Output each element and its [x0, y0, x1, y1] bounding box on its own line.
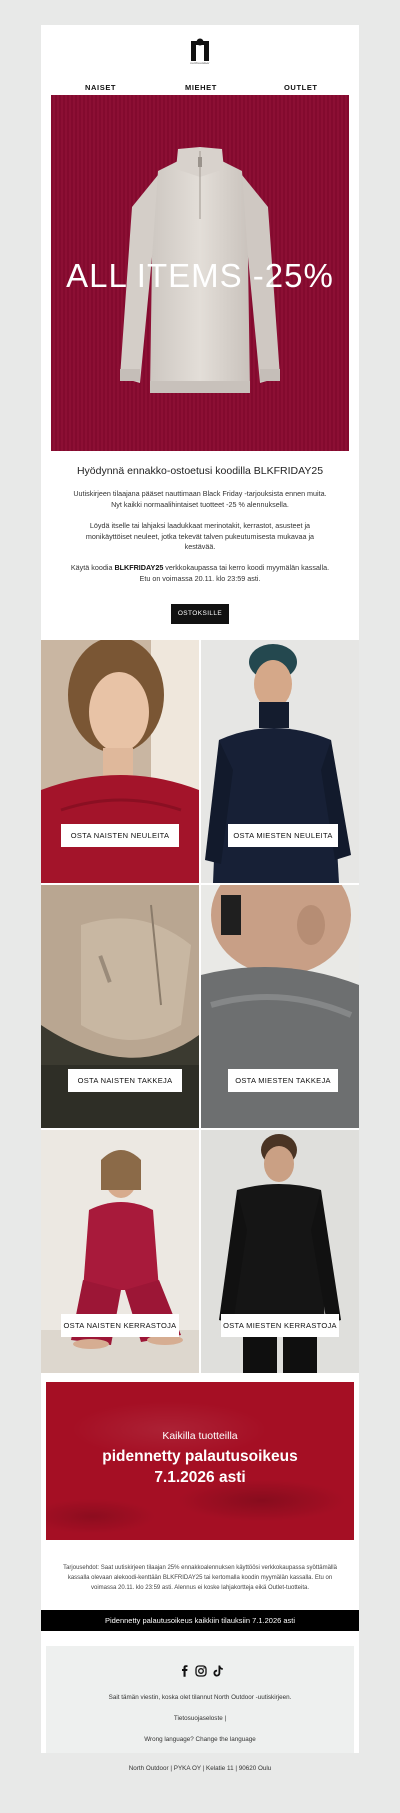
promo-text-line: Uutiskirjeen tilaajana pääset nauttimaan… [73, 489, 327, 498]
tile-men-jackets[interactable]: OSTA MIESTEN TAKKEJA [201, 885, 359, 1128]
nav-women-link[interactable]: NAISET [85, 83, 116, 92]
promo-paragraph-2: Löydä itselle tai lahjaksi laadukkaat me… [65, 521, 335, 553]
email-footer: Sait tämän viestin, koska olet tilannut … [46, 1646, 354, 1753]
promo-paragraph-3: Käytä koodia BLKFRIDAY25 verkkokaupassa … [65, 563, 335, 584]
tile-label[interactable]: OSTA MIESTEN NEULEITA [228, 824, 338, 847]
tile-men-knits[interactable]: OSTA MIESTEN NEULEITA [201, 640, 359, 883]
tile-label[interactable]: OSTA NAISTEN NEULEITA [61, 824, 179, 847]
offer-terms: Tarjousehdot: Saat uutiskirjeen tilaajan… [55, 1563, 345, 1593]
terms-line: kassalla olevaan alekoodi-kenttään BLKFR… [67, 1575, 333, 1581]
change-language-link[interactable]: Wrong language? Change the language [46, 1736, 354, 1743]
tile-women-knits[interactable]: OSTA NAISTEN NEULEITA [41, 640, 199, 883]
promo-paragraph-1: Uutiskirjeen tilaajana pääset nauttimaan… [65, 489, 335, 510]
returns-banner[interactable]: Kaikilla tuotteilla pidennetty palautuso… [46, 1382, 354, 1540]
hero-banner[interactable]: ALL ITEMS -25% [51, 95, 349, 451]
promo-text-line: Löydä itselle tai lahjaksi laadukkaat me… [89, 521, 311, 530]
nav-outlet-link[interactable]: OUTLET [284, 83, 318, 92]
promo-text-line: monikäyttöiset neuleet, jotka tekevät ta… [85, 531, 315, 541]
tile-men-baselayers[interactable]: OSTA MIESTEN KERRASTOJA [201, 1130, 359, 1373]
hero-headline: ALL ITEMS -25% [66, 257, 334, 294]
promo-text: Käytä koodia [70, 563, 115, 572]
subscription-reason: Sait tämän viestin, koska olet tilannut … [108, 1694, 292, 1701]
promo-text-line: Nyt kaikki normaalihintaiset tuotteet -2… [111, 499, 289, 509]
promo-code-line: Käytä koodia BLKFRIDAY25 verkkokaupassa … [65, 563, 335, 574]
tile-label[interactable]: OSTA NAISTEN TAKKEJA [68, 1069, 182, 1092]
terms-line: voimassa 20.11. klo 23:59 asti. Alennus … [90, 1585, 309, 1591]
tile-label[interactable]: OSTA MIESTEN TAKKEJA [228, 1069, 338, 1092]
email-container: northoutdoor NAISET MIEHET OUTLET ALL IT… [41, 25, 359, 1772]
returns-banner-date: 7.1.2026 asti [154, 1469, 246, 1486]
promo-text: verkkokaupassa tai kerro koodi myymälän … [163, 563, 330, 572]
nav-men-link[interactable]: MIEHET [185, 83, 217, 92]
facebook-icon[interactable] [179, 1664, 191, 1677]
discount-code: BLKFRIDAY25 [114, 563, 164, 572]
terms-line: Tarjousehdot: Saat uutiskirjeen tilaajan… [63, 1565, 337, 1571]
shop-button[interactable]: OSTOKSILLE [171, 604, 229, 624]
privacy-policy-link[interactable]: Tietosuojaseloste | [46, 1715, 354, 1722]
tile-label[interactable]: OSTA NAISTEN KERRASTOJA [61, 1314, 179, 1337]
tile-label[interactable]: OSTA MIESTEN KERRASTOJA [221, 1314, 339, 1337]
company-address: North Outdoor | PYKA OY | Kelatie 11 | 9… [128, 1765, 272, 1772]
social-links [46, 1664, 354, 1678]
tile-women-baselayers[interactable]: OSTA NAISTEN KERRASTOJA [41, 1130, 199, 1373]
instagram-icon[interactable] [195, 1664, 207, 1677]
returns-banner-kicker: Kaikilla tuotteilla [162, 1430, 238, 1442]
returns-banner-title: pidennetty palautusoikeus [102, 1448, 298, 1465]
promo-title: Hyödynnä ennakko-ostoetusi koodilla BLKF… [76, 465, 324, 477]
promo-validity: Etu on voimassa 20.11. klo 23:59 asti. [139, 573, 261, 583]
tiktok-icon[interactable] [212, 1664, 224, 1677]
tile-women-jackets[interactable]: OSTA NAISTEN TAKKEJA [41, 885, 199, 1128]
logo-wordmark: northoutdoor [190, 61, 210, 65]
returns-info-bar: Pidennetty palautusoikeus kaikkiin tilau… [41, 1610, 359, 1631]
promo-text-line: kestävää. [184, 542, 216, 551]
